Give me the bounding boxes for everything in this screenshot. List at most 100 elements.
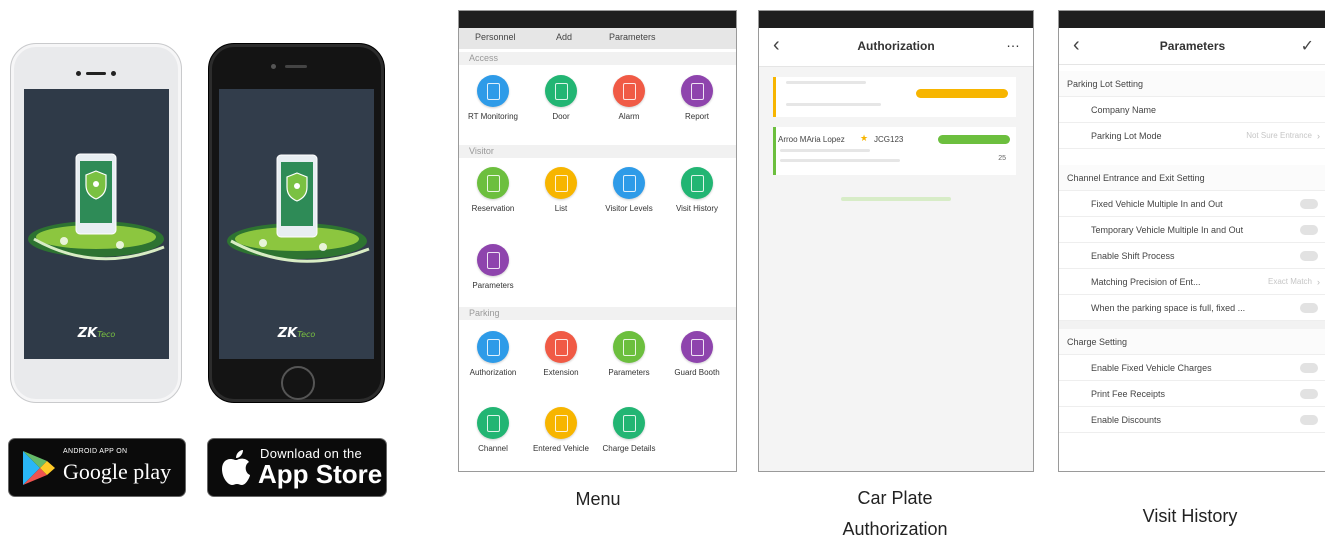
row-value: Not Sure Entrance — [1246, 131, 1312, 140]
row-label: Print Fee Receipts — [1091, 389, 1166, 399]
row-label: When the parking space is full, fixed ..… — [1091, 303, 1246, 313]
top-tabs: Personnel Add Parameters — [459, 28, 736, 49]
toggle-switch[interactable] — [1300, 225, 1318, 235]
fixed-vehicle-multiple-row[interactable]: Fixed Vehicle Multiple In and Out — [1059, 191, 1325, 217]
menu-item-door[interactable]: Door — [527, 75, 595, 121]
menu-item-label: Alarm — [618, 112, 640, 121]
record-plate: JCG123 — [874, 135, 904, 144]
google-play-badge[interactable]: ANDROID APP ON Google play — [8, 438, 186, 497]
menu-item-extension[interactable]: Extension — [527, 331, 595, 377]
record-name: Arroo MAria Lopez — [778, 135, 845, 144]
app-store-badge[interactable]: Download on the App Store — [207, 438, 387, 497]
load-more-bar[interactable] — [841, 197, 951, 201]
reservation-icon — [477, 167, 509, 199]
row-label: Fixed Vehicle Multiple In and Out — [1091, 199, 1223, 209]
menu-item-label: Entered Vehicle — [532, 444, 590, 453]
placeholder-line — [780, 159, 900, 162]
placeholder-line — [786, 103, 881, 106]
parameters-icon — [477, 244, 509, 276]
menu-item-channel[interactable]: Channel — [459, 407, 527, 453]
menu-item-label: Report — [684, 112, 709, 121]
apple-icon — [222, 450, 250, 485]
more-icon[interactable]: … — [1006, 34, 1021, 50]
toggle-switch[interactable] — [1300, 415, 1318, 425]
badge-big-text: Google play — [63, 459, 172, 484]
page-title: Authorization — [857, 39, 935, 53]
toggle-switch[interactable] — [1300, 199, 1318, 209]
menu-item-visit-history[interactable]: Visit History — [663, 167, 731, 213]
menu-screen: Personnel Add Parameters Access RT Monit… — [458, 10, 737, 472]
enable-shift-process-row[interactable]: Enable Shift Process — [1059, 243, 1325, 269]
toggle-switch[interactable] — [1300, 303, 1318, 313]
menu-item-label: Extension — [543, 368, 579, 377]
record-count: 25 — [998, 155, 1006, 162]
print-fee-receipts-row[interactable]: Print Fee Receipts — [1059, 381, 1325, 407]
earpiece-speaker — [285, 65, 307, 68]
menu-item-list[interactable]: List — [527, 167, 595, 213]
toggle-switch[interactable] — [1300, 363, 1318, 373]
status-bar — [459, 11, 736, 28]
tab-parameters[interactable]: Parameters — [609, 32, 656, 42]
menu-item-label: List — [554, 204, 568, 213]
nav-bar: ‹ Parameters ✓ — [1059, 28, 1325, 65]
front-camera — [271, 64, 276, 69]
door-icon — [545, 75, 577, 107]
row-label: Temporary Vehicle Multiple In and Out — [1091, 225, 1244, 235]
channel-setting-header: Channel Entrance and Exit Setting — [1059, 165, 1325, 191]
menu-item-label: Visit History — [675, 204, 719, 213]
authorization-record-card[interactable]: Arroo MAria Lopez ★ JCG123 25 — [773, 127, 1016, 175]
tab-personnel[interactable]: Personnel — [475, 32, 516, 42]
parameters-icon — [613, 331, 645, 363]
menu-item-visitor-levels[interactable]: Visitor Levels — [595, 167, 663, 213]
menu-item-reservation[interactable]: Reservation — [459, 167, 527, 213]
parking-lot-mode-row[interactable]: Parking Lot Mode Not Sure Entrance › — [1059, 123, 1325, 149]
enable-discounts-row[interactable]: Enable Discounts — [1059, 407, 1325, 433]
rt-monitoring-icon — [477, 75, 509, 107]
sensor-dot — [111, 71, 116, 76]
splash-screen: ZKTeco — [24, 89, 169, 359]
menu-item-alarm[interactable]: Alarm — [595, 75, 663, 121]
confirm-check-icon[interactable]: ✓ — [1301, 36, 1314, 56]
brand-logo: ZKTeco — [77, 326, 116, 341]
menu-item-label: Authorization — [469, 368, 517, 377]
list-icon — [545, 167, 577, 199]
visit-history-icon — [681, 167, 713, 199]
authorization-card[interactable] — [773, 77, 1016, 117]
row-label: Enable Fixed Vehicle Charges — [1091, 363, 1212, 373]
channel-icon — [477, 407, 509, 439]
earpiece-speaker — [86, 72, 106, 75]
matching-precision-row[interactable]: Matching Precision of Ent... Exact Match › — [1059, 269, 1325, 295]
section-visitor-header: Visitor — [459, 145, 736, 158]
status-bar — [759, 11, 1033, 28]
menu-item-label: Door — [552, 112, 570, 121]
menu-item-charge-details[interactable]: Charge Details — [595, 407, 663, 453]
parking-space-full-row[interactable]: When the parking space is full, fixed ..… — [1059, 295, 1325, 321]
row-label: Parking Lot Mode — [1091, 131, 1162, 141]
tab-add[interactable]: Add — [556, 32, 572, 42]
menu-item-rt-monitoring[interactable]: RT Monitoring — [459, 75, 527, 121]
caption-menu: Menu — [575, 489, 621, 509]
toggle-switch[interactable] — [1300, 389, 1318, 399]
charge-details-icon — [613, 407, 645, 439]
section-divider — [1059, 321, 1325, 329]
fixed-vehicle-charges-row[interactable]: Enable Fixed Vehicle Charges — [1059, 355, 1325, 381]
temporary-vehicle-multiple-row[interactable]: Temporary Vehicle Multiple In and Out — [1059, 217, 1325, 243]
toggle-switch[interactable] — [1300, 251, 1318, 261]
menu-item-guard-booth[interactable]: Guard Booth — [663, 331, 731, 377]
menu-item-label: Guard Booth — [674, 368, 720, 377]
menu-item-visitor-parameters[interactable]: Parameters — [459, 244, 527, 290]
menu-item-authorization[interactable]: Authorization — [459, 331, 527, 377]
app-splash-illustration — [28, 153, 165, 261]
company-name-row[interactable]: Company Name — [1059, 97, 1325, 123]
row-label: Enable Discounts — [1091, 415, 1162, 425]
menu-item-label: Parameters — [608, 368, 650, 377]
menu-item-parking-parameters[interactable]: Parameters — [595, 331, 663, 377]
menu-item-label: Reservation — [471, 204, 515, 213]
menu-item-label: RT Monitoring — [468, 112, 518, 121]
row-label: Matching Precision of Ent... — [1091, 277, 1201, 287]
menu-item-entered-vehicle[interactable]: Entered Vehicle — [527, 407, 595, 453]
status-pill — [916, 89, 1008, 98]
page-title: Parameters — [1159, 39, 1226, 53]
menu-item-report[interactable]: Report — [663, 75, 731, 121]
chevron-right-icon: › — [1317, 131, 1320, 141]
